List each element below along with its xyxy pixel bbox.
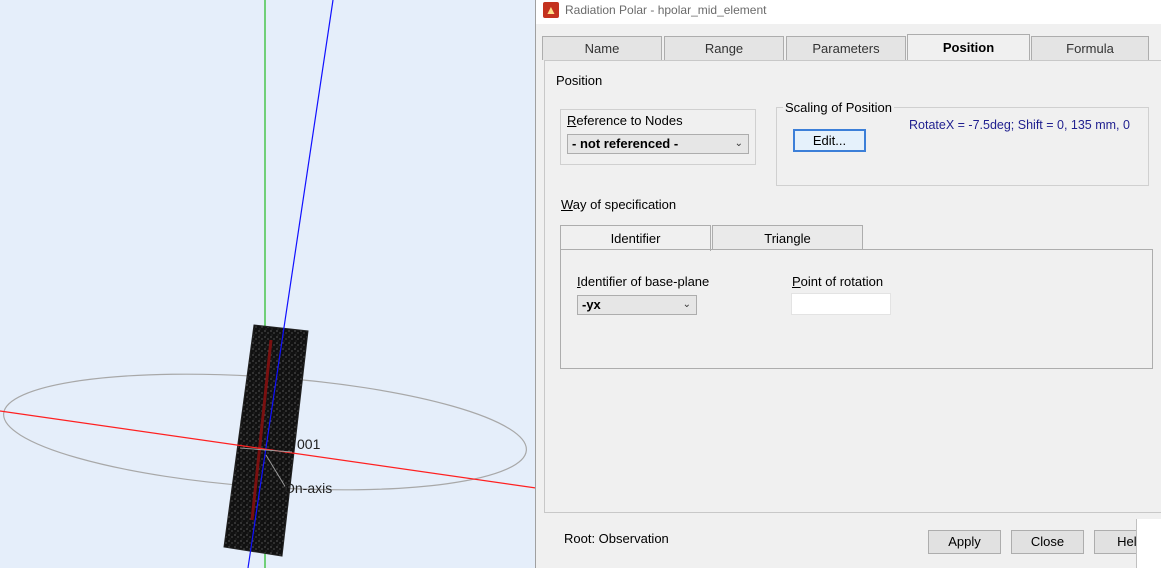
rotation-point-input[interactable]	[791, 293, 891, 315]
root-status-text: Root: Observation	[564, 531, 669, 546]
scaling-value-text: RotateX = -7.5deg; Shift = 0, 135 mm, 0	[909, 118, 1130, 132]
close-button[interactable]: Close	[1011, 530, 1084, 554]
tab-formula[interactable]: Formula	[1031, 36, 1149, 60]
tab-name[interactable]: Name	[542, 36, 662, 60]
chevron-down-icon: ⌄	[682, 299, 691, 310]
tab-position[interactable]: Position	[907, 34, 1030, 61]
subtab-identifier[interactable]: Identifier	[560, 225, 711, 251]
tab-parameters[interactable]: Parameters	[786, 36, 906, 60]
apply-button[interactable]: Apply	[928, 530, 1001, 554]
base-plane-selected-value: -yx	[582, 297, 601, 312]
title-bar[interactable]: ▲ Radiation Polar - hpolar_mid_element	[536, 0, 1161, 24]
position-section-title: Position	[556, 73, 603, 88]
window-title: Radiation Polar - hpolar_mid_element	[565, 3, 767, 17]
base-plane-select[interactable]: -yx ⌄	[577, 295, 697, 315]
on-axis-label: On-axis	[284, 480, 333, 496]
element-id-label: 001	[297, 436, 321, 452]
app-icon: ▲	[543, 2, 559, 18]
tab-range[interactable]: Range	[664, 36, 784, 60]
background-window-edge	[1136, 519, 1161, 568]
way-of-specification-label: Way of specification	[561, 197, 677, 212]
rotation-point-label: Point of rotation	[792, 274, 884, 289]
edit-scaling-button[interactable]: Edit...	[793, 129, 866, 152]
reference-selected-value: - not referenced -	[572, 136, 679, 151]
radiation-polar-dialog: ▲ Radiation Polar - hpolar_mid_element N…	[535, 0, 1161, 568]
scaling-title: Scaling of Position	[783, 100, 894, 115]
chevron-down-icon: ⌄	[734, 138, 743, 149]
element-cylinder	[223, 324, 309, 557]
viewport-canvas[interactable]	[0, 0, 536, 568]
subtab-triangle[interactable]: Triangle	[712, 225, 863, 250]
base-plane-label: Identifier of base-plane	[577, 274, 710, 289]
reference-select[interactable]: - not referenced - ⌄	[567, 134, 749, 154]
3d-viewport[interactable]: 001 On-axis	[0, 0, 536, 568]
reference-label: Reference to Nodes	[567, 113, 683, 128]
